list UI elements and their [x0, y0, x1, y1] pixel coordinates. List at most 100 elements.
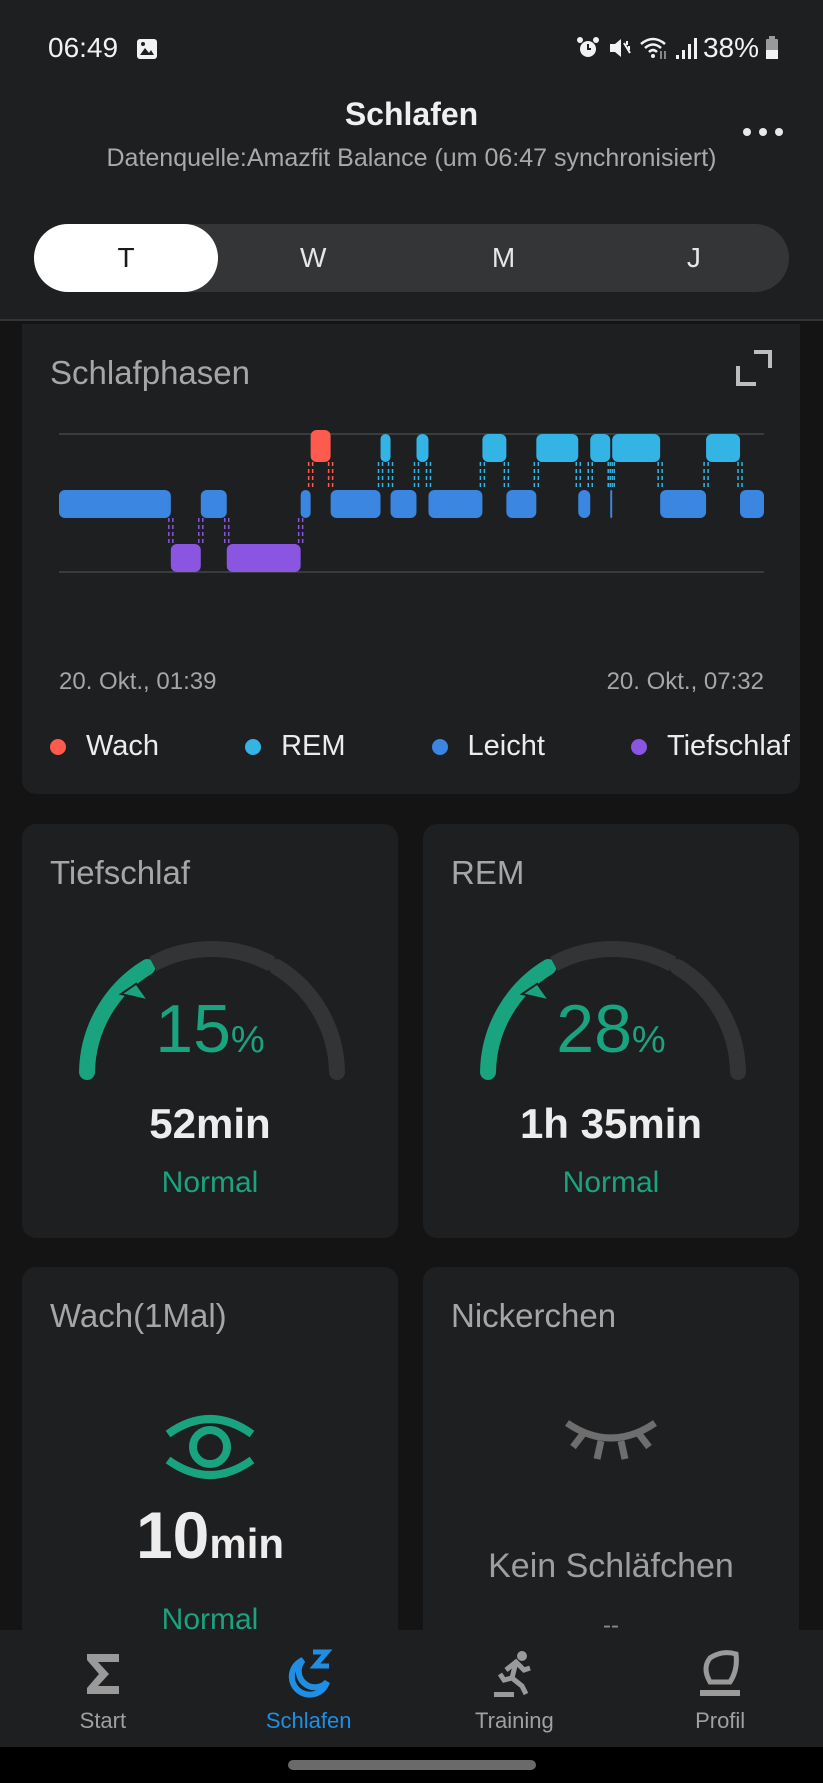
rem-percent-value: 28 [556, 991, 632, 1067]
stage-bar-tiefschlaf [170, 544, 201, 572]
awake-duration: 10min [22, 1497, 398, 1573]
status-time: 06:49 [48, 32, 119, 63]
battery-percent: 38% [702, 32, 759, 63]
awake-title: Wach(1Mal) [50, 1297, 227, 1334]
legend-label-awake: Wach [86, 730, 160, 762]
stage-bar-tiefschlaf [226, 544, 301, 572]
legend-label-rem: REM [281, 730, 346, 762]
chart-legend: Wach REM Leicht Tiefschlaf [50, 730, 790, 763]
deep-sleep-duration: 52min [149, 1100, 271, 1147]
deep-sleep-gauge [79, 941, 345, 1081]
data-source-subtitle: Datenquelle:Amazfit Balance (um 06:47 sy… [106, 144, 717, 172]
nav-profile[interactable]: Profil [617, 1630, 823, 1747]
legend-label-light: Leicht [467, 730, 545, 762]
nap-card[interactable]: Nickerchen Kein Schläfchen -- [423, 1267, 799, 1667]
closed-eye-icon [565, 1420, 657, 1460]
deep-sleep-percent: 15% [22, 990, 398, 1068]
hypnogram-chart [59, 430, 764, 573]
gauge-segment-mid [149, 941, 276, 972]
nav-start[interactable]: Start [0, 1630, 206, 1747]
gauge-segment-mid [550, 941, 677, 972]
legend-dot-light [431, 738, 448, 755]
awake-duration-unit: min [209, 1520, 285, 1567]
chart-start-time: 20. Okt., 01:39 [59, 668, 217, 695]
percent-unit: % [230, 1019, 265, 1061]
stage-bar-leicht [59, 490, 171, 518]
nav-sleep[interactable]: Schlafen [206, 1630, 412, 1747]
stage-bar-rem [482, 434, 507, 462]
sleep-phases-title: Schlafphasen [50, 354, 250, 391]
nav-profile-label: Profil [695, 1708, 746, 1733]
no-nap-text: Kein Schläfchen [488, 1547, 734, 1585]
tab-month[interactable]: M [408, 224, 598, 292]
nav-start-label: Start [79, 1708, 127, 1733]
chart-end-time: 20. Okt., 07:32 [606, 668, 764, 695]
legend-item-deep: Tiefschlaf [630, 730, 790, 763]
deep-sleep-percent-value: 15 [155, 991, 231, 1067]
stage-bar-leicht [390, 490, 417, 518]
signal-icon [675, 38, 697, 59]
stage-bar-leicht [330, 490, 381, 518]
awake-card[interactable]: Wach(1Mal) 10min Normal [22, 1267, 398, 1667]
wifi-icon [640, 37, 666, 59]
sleep-moon-icon [288, 1649, 333, 1698]
stage-bar-wach [310, 430, 331, 462]
runner-icon [494, 1651, 532, 1697]
legend-dot-rem [245, 738, 262, 755]
legend-item-rem: REM [245, 730, 346, 763]
rem-card[interactable]: REM 28% 1h 35min Normal [423, 824, 799, 1238]
stage-bar-rem [590, 434, 611, 462]
eye-icon [165, 1415, 255, 1479]
rem-duration: 1h 35min [519, 1100, 703, 1147]
legend-dot-deep [630, 738, 647, 755]
stage-bar-rem [536, 434, 579, 462]
status-bar: 06:49 38% [0, 0, 823, 100]
period-selector: T W M J [34, 224, 789, 292]
tab-week[interactable]: W [218, 224, 408, 292]
stage-bar-rem [706, 434, 741, 462]
deep-sleep-rating: Normal [161, 1166, 259, 1199]
more-options-icon[interactable] [743, 128, 783, 140]
stage-bar-leicht [660, 490, 707, 518]
tab-day[interactable]: T [34, 224, 218, 292]
nav-training-label: Training [475, 1708, 554, 1733]
stage-bar-leicht [610, 490, 613, 518]
bottom-navigation: Start Schlafen Training Profil [0, 1630, 823, 1747]
status-icons: 38% [575, 32, 779, 64]
alarm-icon [576, 37, 599, 57]
stage-bar-leicht [200, 490, 227, 518]
stage-bar-leicht [300, 490, 311, 518]
stage-bar-rem [380, 434, 391, 462]
stage-bar-leicht [578, 490, 591, 518]
stage-bar-leicht [740, 490, 764, 518]
home-indicator[interactable] [288, 1760, 536, 1770]
page-title: Schlafen [344, 96, 479, 132]
nap-title: Nickerchen [451, 1297, 617, 1334]
gallery-icon [137, 39, 157, 59]
rem-percent: 28% [423, 990, 799, 1068]
expand-icon[interactable] [734, 348, 774, 388]
deep-sleep-card[interactable]: Tiefschlaf 15% 52min Normal [22, 824, 398, 1238]
tab-year[interactable]: J [599, 224, 789, 292]
legend-label-deep: Tiefschlaf [666, 730, 790, 762]
awake-duration-value: 10 [135, 1498, 210, 1572]
legend-item-light: Leicht [431, 730, 545, 763]
mute-icon [609, 39, 631, 57]
battery-icon [766, 36, 778, 59]
stage-bar-rem [612, 434, 661, 462]
nav-training[interactable]: Training [412, 1630, 618, 1747]
stage-bar-leicht [428, 490, 483, 518]
stage-bar-leicht [506, 490, 537, 518]
percent-unit: % [631, 1019, 666, 1061]
nav-sleep-label: Schlafen [265, 1708, 352, 1733]
legend-dot-awake [50, 738, 66, 755]
page-header: Schlafen Datenquelle:Amazfit Balance (um… [0, 88, 823, 321]
legend-item-awake: Wach [50, 730, 159, 763]
sigma-icon [86, 1654, 119, 1694]
stage-bar-rem [416, 434, 429, 462]
profile-icon [700, 1650, 741, 1696]
sleep-phases-card[interactable]: Schlafphasen 20. Okt., 01:39 20. Okt., 0… [22, 324, 800, 794]
rem-gauge [480, 941, 746, 1081]
rem-rating: Normal [562, 1166, 660, 1199]
gesture-bar-area [0, 1747, 823, 1783]
